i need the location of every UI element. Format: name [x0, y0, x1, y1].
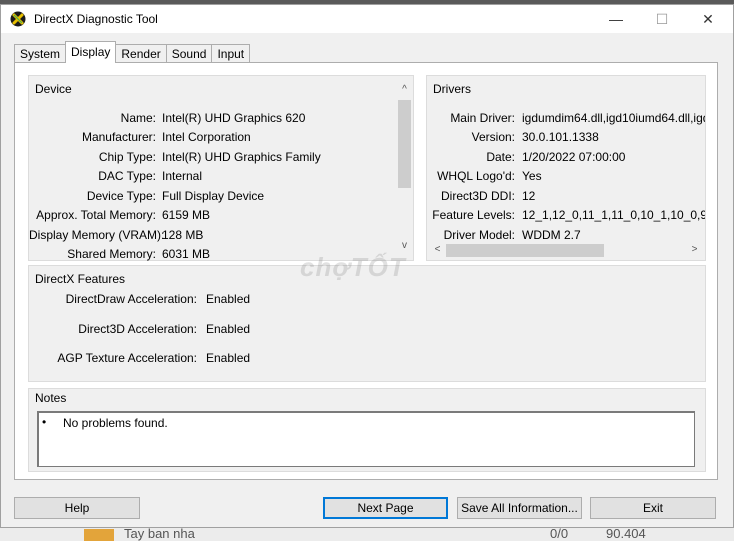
title-bar[interactable]: DirectX Diagnostic Tool — ☐ ✕ [1, 5, 733, 33]
device-value-manufacturer[interactable]: Intel Corporation [162, 130, 251, 144]
background-thumbnail [84, 529, 114, 541]
display-tab-panel: Device Name: Intel(R) UHD Graphics 620 M… [14, 62, 718, 480]
notes-group: Notes • No problems found. [28, 388, 706, 472]
notes-textbox[interactable]: • No problems found. [37, 411, 695, 467]
next-page-button[interactable]: Next Page [323, 497, 448, 519]
device-label-vram: Display Memory (VRAM): [29, 228, 165, 242]
tab-display[interactable]: Display [65, 41, 117, 63]
scroll-left-arrow-icon[interactable]: < [429, 244, 446, 256]
device-value-shared-memory[interactable]: 6031 MB [162, 247, 210, 261]
device-value-total-memory[interactable]: 6159 MB [162, 208, 210, 222]
drivers-label-main-driver: Main Driver: [450, 111, 515, 125]
save-all-information-button[interactable]: Save All Information... [457, 497, 582, 519]
device-value-device-type[interactable]: Full Display Device [162, 189, 264, 203]
drivers-value-version[interactable]: 30.0.101.1338 [522, 130, 599, 144]
drivers-value-d3d-ddi[interactable]: 12 [522, 189, 535, 203]
device-label-chip-type: Chip Type: [98, 150, 156, 164]
drivers-label-date: Date: [486, 150, 515, 164]
device-group-title: Device [35, 82, 72, 96]
minimize-button[interactable]: — [593, 5, 639, 33]
device-value-vram[interactable]: 128 MB [162, 228, 203, 242]
device-label-dac-type: DAC Type: [98, 169, 156, 183]
tab-render[interactable]: Render [115, 44, 167, 63]
drivers-rows: Main Driver: igdumdim64.dll,igd10iumd64.… [427, 76, 705, 241]
background-text-right: 90.404 [606, 528, 646, 541]
drivers-value-driver-model[interactable]: WDDM 2.7 [522, 228, 581, 241]
tab-input[interactable]: Input [211, 44, 251, 63]
device-label-manufacturer: Manufacturer: [81, 130, 156, 144]
scroll-right-arrow-icon[interactable]: > [686, 244, 703, 256]
notes-bullet: • [42, 415, 47, 429]
background-page-strip: Tay ban nha 0/0 90.404 [0, 528, 734, 541]
drivers-value-date[interactable]: 1/20/2022 07:00:00 [522, 150, 625, 164]
device-group: Device Name: Intel(R) UHD Graphics 620 M… [28, 75, 414, 261]
drivers-value-main-driver[interactable]: igdumdim64.dll,igd10iumd64.dll,igd10iu [522, 111, 705, 125]
device-value-name[interactable]: Intel(R) UHD Graphics 620 [162, 111, 305, 125]
drivers-label-whql: WHQL Logo'd: [437, 169, 515, 183]
tab-sound[interactable]: Sound [165, 44, 213, 63]
drivers-value-feature-levels[interactable]: 12_1,12_0,11_1,11_0,10_1,10_0,9_3 [522, 208, 705, 222]
help-button[interactable]: Help [14, 497, 140, 519]
drivers-label-d3d-ddi: Direct3D DDI: [440, 189, 515, 203]
device-value-dac-type[interactable]: Internal [162, 169, 202, 183]
maximize-button[interactable]: ☐ [639, 5, 685, 33]
drivers-label-version: Version: [471, 130, 515, 144]
scroll-down-arrow-icon[interactable]: v [396, 240, 413, 252]
device-label-shared-memory: Shared Memory: [67, 247, 156, 261]
drivers-label-feature-levels: Feature Levels: [432, 208, 515, 222]
drivers-horizontal-scrollbar[interactable]: < > [429, 242, 703, 259]
directx-features-group: DirectX Features DirectDraw Acceleration… [28, 265, 706, 382]
device-value-chip-type[interactable]: Intel(R) UHD Graphics Family [162, 150, 321, 164]
scroll-up-arrow-icon[interactable]: ^ [396, 84, 413, 96]
drivers-value-whql[interactable]: Yes [522, 169, 542, 183]
background-text-mid: 0/0 [550, 528, 569, 541]
device-scroll-thumb[interactable] [398, 100, 411, 188]
exit-button[interactable]: Exit [590, 497, 716, 519]
drivers-scroll-thumb[interactable] [446, 244, 604, 257]
feature-value-directdraw: Enabled [206, 292, 251, 306]
drivers-group: Drivers Main Driver: igdumdim64.dll,igd1… [426, 75, 706, 261]
drivers-label-driver-model: Driver Model: [443, 228, 515, 241]
feature-label-direct3d: Direct3D Acceleration: [78, 322, 197, 336]
device-label-name: Name: [120, 111, 156, 125]
feature-value-agp-texture: Enabled [206, 351, 251, 365]
directx-app-icon [10, 11, 26, 27]
notes-group-title: Notes [35, 391, 67, 405]
device-label-total-memory: Approx. Total Memory: [36, 208, 156, 222]
device-label-device-type: Device Type: [86, 189, 156, 203]
tab-system[interactable]: System [14, 44, 67, 63]
features-group-title: DirectX Features [35, 272, 126, 286]
feature-value-direct3d: Enabled [206, 322, 251, 336]
background-text-left: Tay ban nha [124, 528, 195, 541]
window-title: DirectX Diagnostic Tool [34, 12, 158, 26]
tab-strip: System Display Render Sound Input [14, 41, 251, 63]
feature-label-agp-texture: AGP Texture Acceleration: [57, 351, 197, 365]
device-vertical-scrollbar[interactable]: ^ v [396, 80, 413, 256]
feature-label-directdraw: DirectDraw Acceleration: [65, 292, 197, 306]
close-button[interactable]: ✕ [685, 5, 731, 33]
notes-item: No problems found. [63, 416, 168, 430]
